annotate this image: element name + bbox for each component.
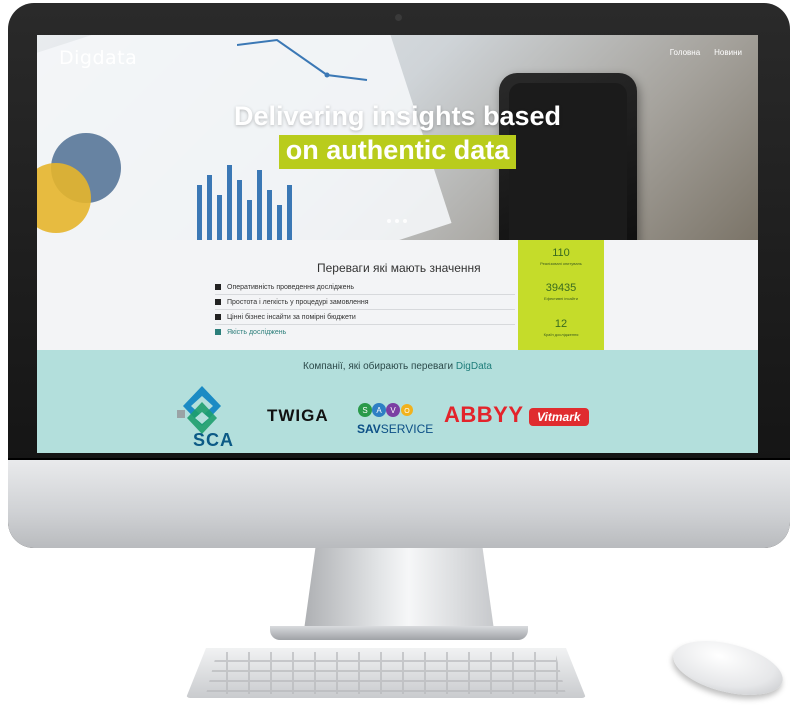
clients-title: Компанії, які обирають переваги DigData: [303, 361, 492, 372]
svg-text:V: V: [390, 406, 396, 415]
client-logo-twiga: TWIGA: [267, 406, 329, 425]
carousel-dot[interactable]: [403, 219, 407, 223]
monitor-stand-base: [270, 626, 528, 640]
hero-headline-line2-wrap: on authentic data: [37, 135, 758, 169]
list-item: Оперативність проведення досліджень: [215, 280, 515, 295]
hero-headline-line1: Delivering insights based: [233, 101, 562, 131]
carousel-dot[interactable]: [387, 219, 391, 223]
stat-value: 110: [552, 247, 570, 259]
square-bullet-icon: [215, 299, 221, 305]
nav-link-home[interactable]: Головна: [670, 48, 700, 57]
nav-link-news[interactable]: Новини: [714, 48, 742, 57]
stat-label: Реалізовані опитувань: [540, 261, 582, 266]
square-bullet-icon: [215, 284, 221, 290]
clients-section: Компанії, які обирають переваги DigData …: [37, 350, 758, 453]
client-logo-abbyy: ABBYY: [444, 402, 524, 427]
carousel-dot[interactable]: [395, 219, 399, 223]
stat-value: 39435: [545, 282, 577, 294]
stats-panel: 110 Реалізовані опитувань 39435 Ефективн…: [518, 240, 604, 350]
square-bullet-icon: [215, 329, 221, 335]
client-logo-sca: SCA: [193, 430, 235, 450]
list-item: Простота і легкість у процедурі замовлен…: [215, 295, 515, 310]
stat-block: 110 Реалізовані опитувань: [518, 247, 604, 266]
advantages-list: Оперативність проведення досліджень Прос…: [215, 280, 515, 339]
carousel-dots: [387, 219, 407, 223]
hero-line-chart-icon: [237, 38, 368, 81]
hero-headline-line2: on authentic data: [278, 135, 517, 169]
list-item[interactable]: Якість досліджень: [215, 325, 515, 339]
svg-text:A: A: [376, 406, 382, 415]
svg-text:S: S: [362, 406, 367, 415]
stat-label: Країн дослідження: [543, 332, 579, 337]
advantages-section: Переваги які мають значення Оперативніст…: [37, 240, 758, 350]
client-logo-vitmark: Vitmark: [529, 408, 589, 426]
camera-icon: [395, 14, 402, 21]
stat-label: Ефективні інсайти: [543, 296, 578, 301]
mouse: [667, 631, 789, 705]
website-screen: Digdata Головна Новини Delivering insigh…: [37, 35, 758, 453]
main-nav: Головна Новини: [670, 48, 742, 57]
keyboard-keys: [206, 652, 566, 694]
advantages-title: Переваги які мають значення: [317, 261, 481, 275]
monitor-chin: [8, 460, 790, 548]
svg-text:O: O: [404, 408, 410, 415]
client-logo-savservice: SAVSERVICE: [357, 422, 434, 436]
list-item: Цінні бізнес інсайти за помірні бюджети: [215, 310, 515, 325]
square-bullet-icon: [215, 314, 221, 320]
stat-block: 12 Країн дослідження: [518, 318, 604, 337]
stat-value: 12: [554, 318, 568, 330]
hero-banner: Digdata Головна Новини Delivering insigh…: [37, 35, 758, 240]
monitor-stand: [304, 548, 494, 630]
stat-block: 39435 Ефективні інсайти: [518, 282, 604, 301]
site-logo[interactable]: Digdata: [59, 47, 137, 69]
